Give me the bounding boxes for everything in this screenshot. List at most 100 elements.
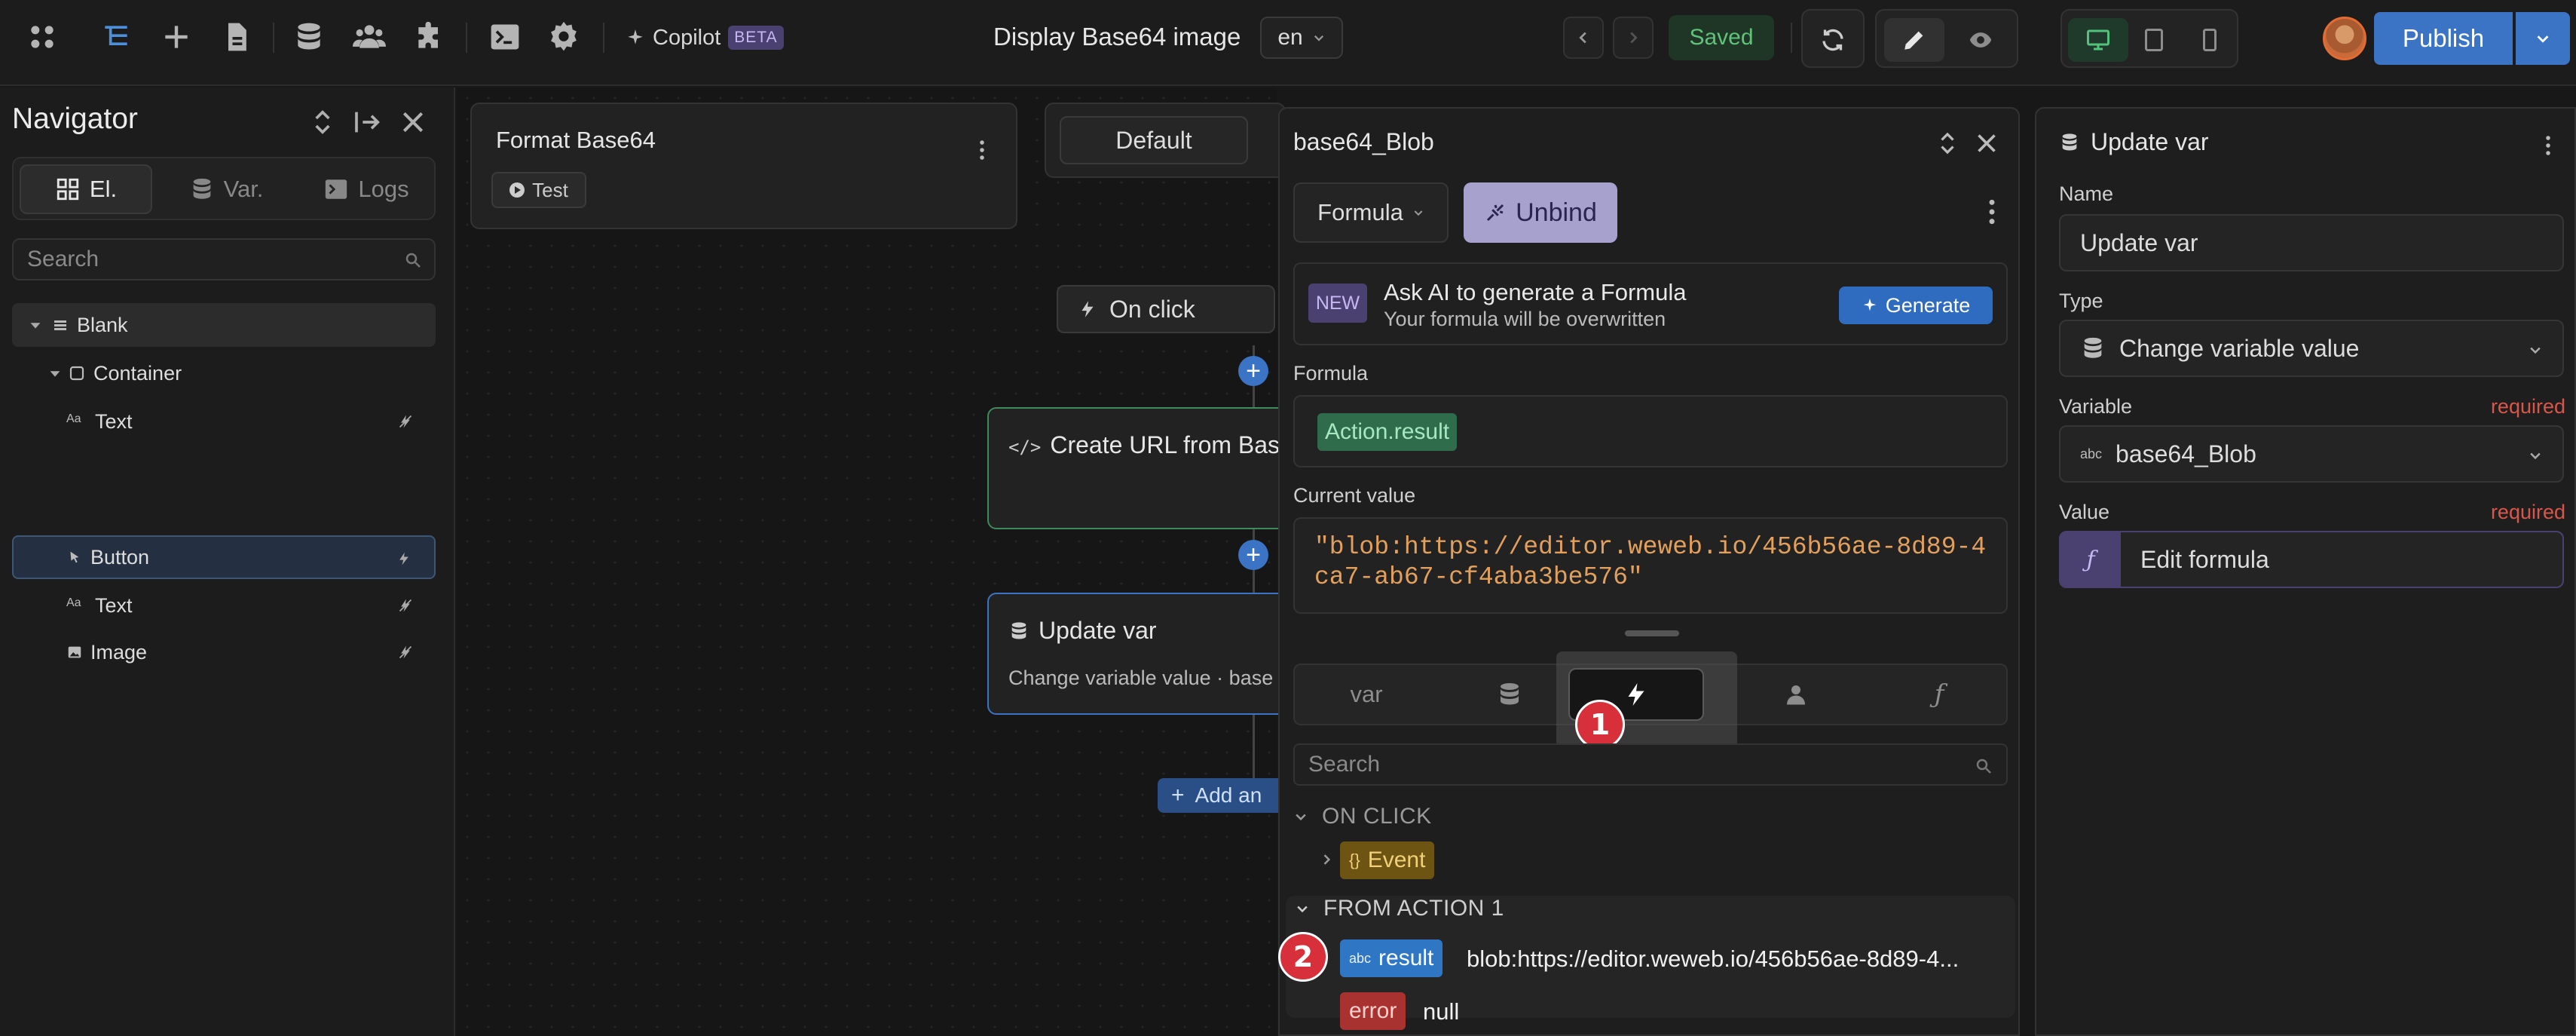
database-icon	[2059, 132, 2080, 153]
publish-options-button[interactable]	[2516, 12, 2570, 65]
beta-badge: BETA	[728, 26, 784, 50]
data-icon[interactable]	[292, 20, 326, 54]
insert-action-button[interactable]: +	[1238, 540, 1268, 570]
navigator-search[interactable]	[12, 238, 436, 280]
copilot-button[interactable]: Copilot BETA	[626, 23, 784, 53]
terminal-icon[interactable]	[488, 20, 522, 54]
type-select[interactable]: Change variable value	[2059, 320, 2564, 377]
page-title[interactable]: Display Base64 image	[993, 23, 1241, 51]
on-click-trigger[interactable]: On click	[1057, 285, 1275, 333]
section-on-click[interactable]: ON CLICK	[1293, 804, 1432, 829]
resize-handle[interactable]	[1625, 630, 1679, 636]
unbind-button[interactable]: Unbind	[1464, 182, 1617, 243]
section-from-action[interactable]: FROM ACTION 1	[1295, 896, 1504, 921]
name-input[interactable]	[2060, 216, 2562, 270]
user-avatar[interactable]	[2323, 17, 2366, 60]
copilot-label: Copilot	[653, 25, 721, 50]
refresh-button[interactable]	[1804, 18, 1862, 62]
caret-down-icon[interactable]	[47, 365, 63, 382]
desktop-breakpoint-button[interactable]	[2068, 18, 2128, 62]
tree-item-container[interactable]: Container	[12, 351, 436, 395]
close-icon[interactable]	[398, 107, 428, 137]
value-formula-field[interactable]: ƒ Edit formula	[2059, 531, 2564, 588]
close-icon[interactable]	[1973, 130, 2000, 157]
error-token[interactable]: error	[1340, 992, 1406, 1030]
chevron-down-icon	[2528, 448, 2543, 463]
expand-collapse-icon[interactable]	[307, 107, 338, 137]
tablet-breakpoint-button[interactable]	[2124, 18, 2184, 62]
test-button[interactable]: Test	[491, 172, 586, 208]
workflow-title: Format Base64	[496, 127, 656, 153]
language-select[interactable]: en	[1260, 17, 1343, 59]
publish-button[interactable]: Publish	[2374, 12, 2513, 65]
preview-mode-button[interactable]	[1950, 18, 2011, 62]
edit-formula-label[interactable]: Edit formula	[2140, 546, 2269, 574]
action-card-create-url[interactable]: </> Create URL from Base	[987, 407, 1293, 529]
insert-action-button[interactable]: +	[1238, 356, 1268, 386]
format-base64-card[interactable]: Format Base64 Test	[470, 103, 1017, 229]
formula-token[interactable]: Action.result	[1317, 413, 1458, 451]
navigator-search-input[interactable]	[27, 246, 389, 273]
tree-item-label: Text	[95, 593, 133, 617]
expand-collapse-icon[interactable]	[1934, 130, 1961, 157]
mobile-breakpoint-button[interactable]	[2180, 18, 2240, 62]
result-token[interactable]: abc result	[1340, 939, 1443, 977]
tab-variables[interactable]: Var.	[160, 164, 292, 214]
type-label: Type	[2059, 290, 2103, 312]
variable-select[interactable]: abc base64_Blob	[2059, 425, 2564, 483]
refresh-icon	[1819, 26, 1846, 54]
tab-variables[interactable]: var	[1295, 667, 1438, 722]
tab-user[interactable]	[1724, 667, 1868, 722]
name-field[interactable]	[2059, 214, 2564, 271]
new-badge: NEW	[1308, 284, 1367, 323]
add-icon[interactable]	[160, 20, 193, 54]
apps-icon[interactable]	[26, 20, 59, 54]
name-label: Name	[2059, 182, 2114, 205]
tab-var-label: var	[1350, 681, 1383, 707]
explorer-search[interactable]	[1293, 743, 2008, 786]
more-vertical-icon[interactable]	[1988, 198, 1996, 226]
formula-editor[interactable]: Action.result	[1293, 395, 2008, 467]
settings-icon[interactable]	[547, 20, 580, 54]
tree-item-text[interactable]: Aa Text	[12, 584, 436, 627]
users-icon[interactable]	[353, 20, 386, 54]
binding-mode-select[interactable]: Formula	[1293, 182, 1449, 243]
function-icon[interactable]: ƒ	[2060, 532, 2121, 587]
tree-item-blank[interactable]: Blank	[12, 303, 436, 347]
default-state-button[interactable]: Default	[1060, 116, 1248, 164]
unlink-icon	[1484, 201, 1507, 224]
redo-button[interactable]	[1613, 17, 1654, 59]
chevron-left-icon	[1575, 29, 1592, 46]
section-label: ON CLICK	[1322, 804, 1432, 829]
generate-button[interactable]: Generate	[1839, 287, 1993, 324]
tab-elements[interactable]: El.	[20, 164, 152, 214]
tab-logs[interactable]: Logs	[300, 164, 433, 214]
action-card-update-var[interactable]: Update var Change variable value · base	[987, 593, 1289, 715]
string-type-icon: abc	[2080, 446, 2103, 461]
workflow-canvas[interactable]	[457, 87, 1277, 1036]
edit-mode-button[interactable]	[1884, 18, 1944, 62]
navigator-icon[interactable]	[99, 20, 133, 54]
more-vertical-icon[interactable]	[978, 139, 986, 161]
chevron-right-icon[interactable]	[1319, 852, 1334, 867]
undo-button[interactable]	[1563, 17, 1604, 59]
caret-down-icon[interactable]	[27, 317, 44, 333]
action-subtitle: Change variable value · base	[1008, 667, 1274, 689]
tree-item-label: Image	[90, 640, 148, 664]
pages-icon[interactable]	[220, 20, 253, 54]
more-vertical-icon[interactable]	[2544, 134, 2552, 157]
tab-formulas[interactable]: ƒ	[1868, 667, 2011, 722]
result-label: result	[1378, 946, 1434, 970]
tab-variables-label: Var.	[223, 176, 264, 202]
current-value-label: Current value	[1293, 484, 1416, 507]
trigger-card[interactable]: On click	[1048, 276, 1289, 345]
explorer-search-input[interactable]	[1308, 751, 1911, 778]
event-token[interactable]: {} Event	[1340, 841, 1435, 879]
tree-item-button[interactable]: Button	[12, 535, 436, 579]
tree-item-text[interactable]: Aa Text	[12, 400, 436, 443]
dock-icon[interactable]	[353, 107, 383, 137]
mobile-icon	[2196, 26, 2223, 54]
tree-item-image[interactable]: Image	[12, 630, 436, 674]
state-bar: Default	[1045, 103, 1286, 178]
plugins-icon[interactable]	[413, 20, 446, 54]
